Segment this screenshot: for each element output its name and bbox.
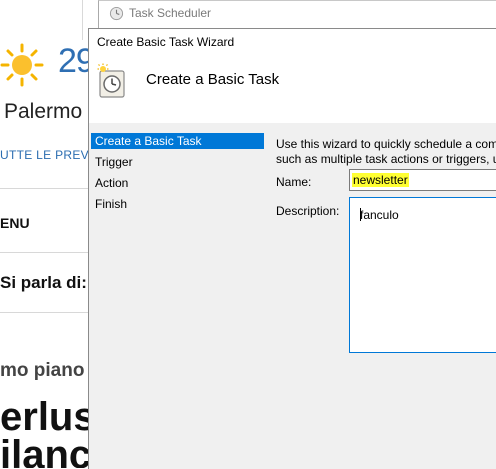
- divider: [0, 312, 100, 313]
- dialog-title: Create Basic Task Wizard: [97, 35, 235, 49]
- text-caret: [360, 208, 361, 221]
- topics-label: Si parla di:: [0, 273, 87, 292]
- wizard-header: Create a Basic Task: [89, 57, 496, 123]
- background-webpage: 29 Palermo UTTE LE PREVI ENU Si parla di…: [0, 0, 100, 468]
- description-textarea[interactable]: fanculo: [349, 197, 496, 353]
- name-input[interactable]: newsletter: [349, 169, 496, 191]
- menu-button[interactable]: ENU: [0, 215, 30, 231]
- wizard-content: Use this wizard to quickly schedule a co…: [276, 123, 496, 469]
- step-finish[interactable]: Finish: [91, 196, 264, 212]
- window-title: Task Scheduler: [129, 6, 212, 20]
- steps-list: Create a Basic Task Trigger Action Finis…: [89, 123, 266, 469]
- forecast-link[interactable]: UTTE LE PREVI: [0, 148, 93, 162]
- breadcrumb[interactable]: mo piano /: [0, 360, 95, 382]
- name-input-value: newsletter: [352, 173, 409, 187]
- article-headline-line2[interactable]: ilanc: [0, 435, 91, 468]
- name-label: Name:: [276, 175, 312, 189]
- description-label: Description:: [276, 204, 340, 218]
- wizard-body: Create a Basic Task Trigger Action Finis…: [89, 123, 496, 469]
- article-headline[interactable]: erlus: [0, 397, 96, 437]
- step-create-basic-task[interactable]: Create a Basic Task: [91, 133, 264, 149]
- create-basic-task-wizard[interactable]: Create Basic Task Wizard Create a Basic …: [88, 28, 496, 469]
- task-clock-icon: [97, 63, 125, 98]
- clock-icon: [109, 6, 124, 21]
- description-text: fanculo: [360, 208, 399, 222]
- city-name: Palermo: [4, 100, 83, 123]
- divider: [82, 0, 83, 40]
- divider: [0, 252, 100, 253]
- divider: [0, 188, 100, 189]
- task-scheduler-window[interactable]: Task Scheduler: [98, 0, 496, 29]
- step-trigger[interactable]: Trigger: [91, 154, 264, 170]
- step-action[interactable]: Action: [91, 175, 264, 191]
- wizard-description-line2: such as multiple task actions or trigger…: [276, 152, 496, 166]
- sun-weather-icon: [0, 43, 44, 87]
- wizard-heading: Create a Basic Task: [146, 71, 280, 88]
- wizard-description: Use this wizard to quickly schedule a co…: [276, 137, 496, 151]
